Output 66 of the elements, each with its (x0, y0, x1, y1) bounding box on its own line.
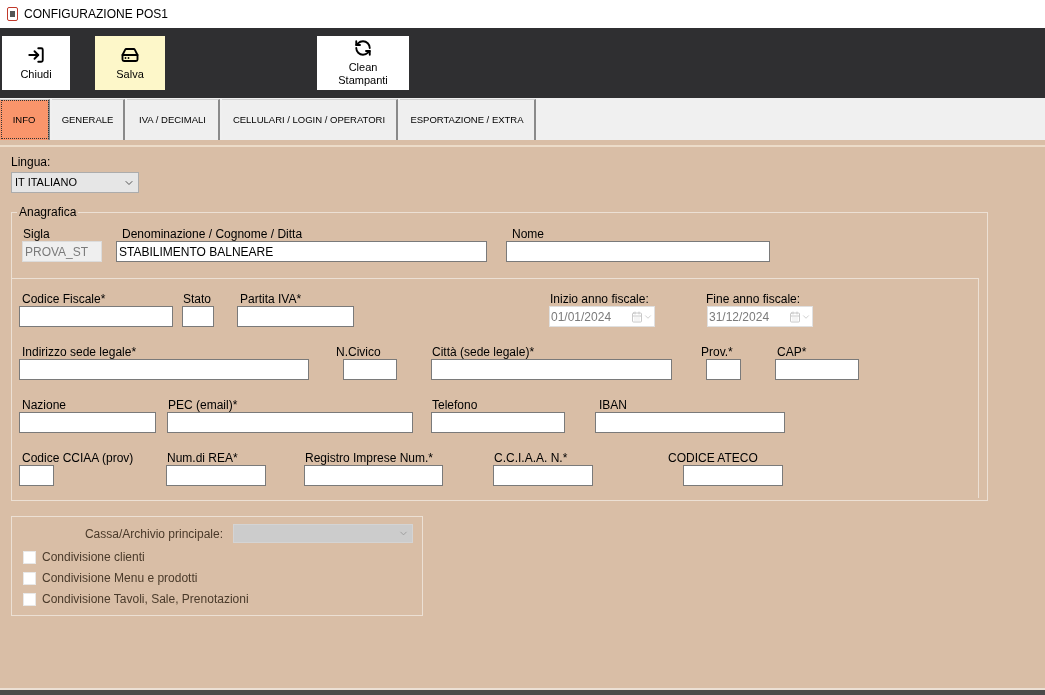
field-label: Prov.* (701, 345, 733, 359)
field-label: Fine anno fiscale: (706, 292, 801, 306)
field-label: Registro Imprese Num.* (304, 451, 434, 465)
field-label: PEC (email)* (167, 398, 238, 412)
field-label: Cassa/Archivio principale: (83, 525, 223, 543)
checkbox[interactable] (23, 551, 36, 564)
input-field[interactable] (775, 359, 859, 380)
checkbox-label: Condivisione Menu e prodotti (42, 571, 198, 586)
tab[interactable]: IVA / DECIMALI (127, 99, 220, 140)
field-label: Nome (511, 227, 544, 241)
input-field[interactable] (19, 359, 309, 380)
window-title: CONFIGURAZIONE POS1 (24, 6, 169, 23)
input-field[interactable] (167, 412, 413, 433)
input-field[interactable]: STABILIMENTO BALNEARE (116, 241, 487, 262)
tab[interactable]: GENERALE (52, 99, 125, 140)
input-field[interactable] (19, 306, 173, 327)
field-label: Num.di REA* (166, 451, 238, 465)
tab[interactable]: ESPORTAZIONE / EXTRA (400, 99, 536, 140)
tab[interactable]: INFO (0, 99, 50, 140)
language-select[interactable]: IT ITALIANO (11, 172, 139, 193)
field-label: Denominazione / Cognome / Ditta (121, 227, 303, 241)
hard-drive-icon (121, 45, 139, 64)
input-field[interactable] (431, 412, 565, 433)
input-field[interactable] (431, 359, 672, 380)
field-label: C.C.I.A.A. N.* (493, 451, 568, 465)
tab[interactable]: CELLULARI / LOGIN / OPERATORI (222, 99, 398, 140)
field-label: Lingua: (11, 155, 51, 169)
input-field[interactable] (506, 241, 770, 262)
field-label: Codice CCIAA (prov) (21, 451, 134, 465)
refresh-icon (354, 39, 372, 57)
input-field[interactable] (19, 465, 54, 486)
checkbox[interactable] (23, 593, 36, 606)
input-field[interactable] (304, 465, 443, 486)
field-label: Codice Fiscale* (21, 292, 106, 306)
toolbar-button[interactable]: Chiudi (2, 36, 70, 90)
toolbar-button[interactable]: Clean Stampanti (317, 36, 409, 90)
input-field[interactable] (683, 465, 783, 486)
input-field[interactable] (493, 465, 593, 486)
field-label: Indirizzo sede legale* (21, 345, 137, 359)
toolbar-button[interactable]: Salva (95, 36, 165, 90)
input-field[interactable] (706, 359, 741, 380)
field-label: IBAN (598, 398, 627, 412)
field-label: N.Civico (336, 345, 381, 359)
input-field[interactable] (237, 306, 354, 327)
field-label: CAP* (776, 345, 807, 359)
field-label: Nazione (21, 398, 67, 412)
field-label: CODICE ATECO (668, 451, 758, 465)
checkbox[interactable] (23, 572, 36, 585)
field-label: Partita IVA* (239, 292, 302, 306)
app-icon (7, 7, 18, 21)
checkbox-label: Condivisione clienti (42, 550, 145, 565)
calendar-dropdown-icon (631, 310, 653, 323)
group-title: Anagrafica (18, 205, 78, 219)
field-label: Città (sede legale)* (431, 345, 535, 359)
calendar-dropdown-icon (789, 310, 811, 323)
input-field[interactable] (343, 359, 397, 380)
field-label: Inizio anno fiscale: (549, 292, 649, 306)
input-field[interactable] (166, 465, 266, 486)
input-field[interactable] (182, 306, 214, 327)
input-field[interactable] (19, 412, 156, 433)
checkbox-label: Condivisione Tavoli, Sale, Prenotazioni (42, 592, 249, 607)
field-label: Sigla (22, 227, 50, 241)
exit-door-icon (27, 45, 45, 64)
field-label: Telefono (431, 398, 478, 412)
input-field[interactable] (595, 412, 785, 433)
field-label: Stato (182, 292, 212, 306)
